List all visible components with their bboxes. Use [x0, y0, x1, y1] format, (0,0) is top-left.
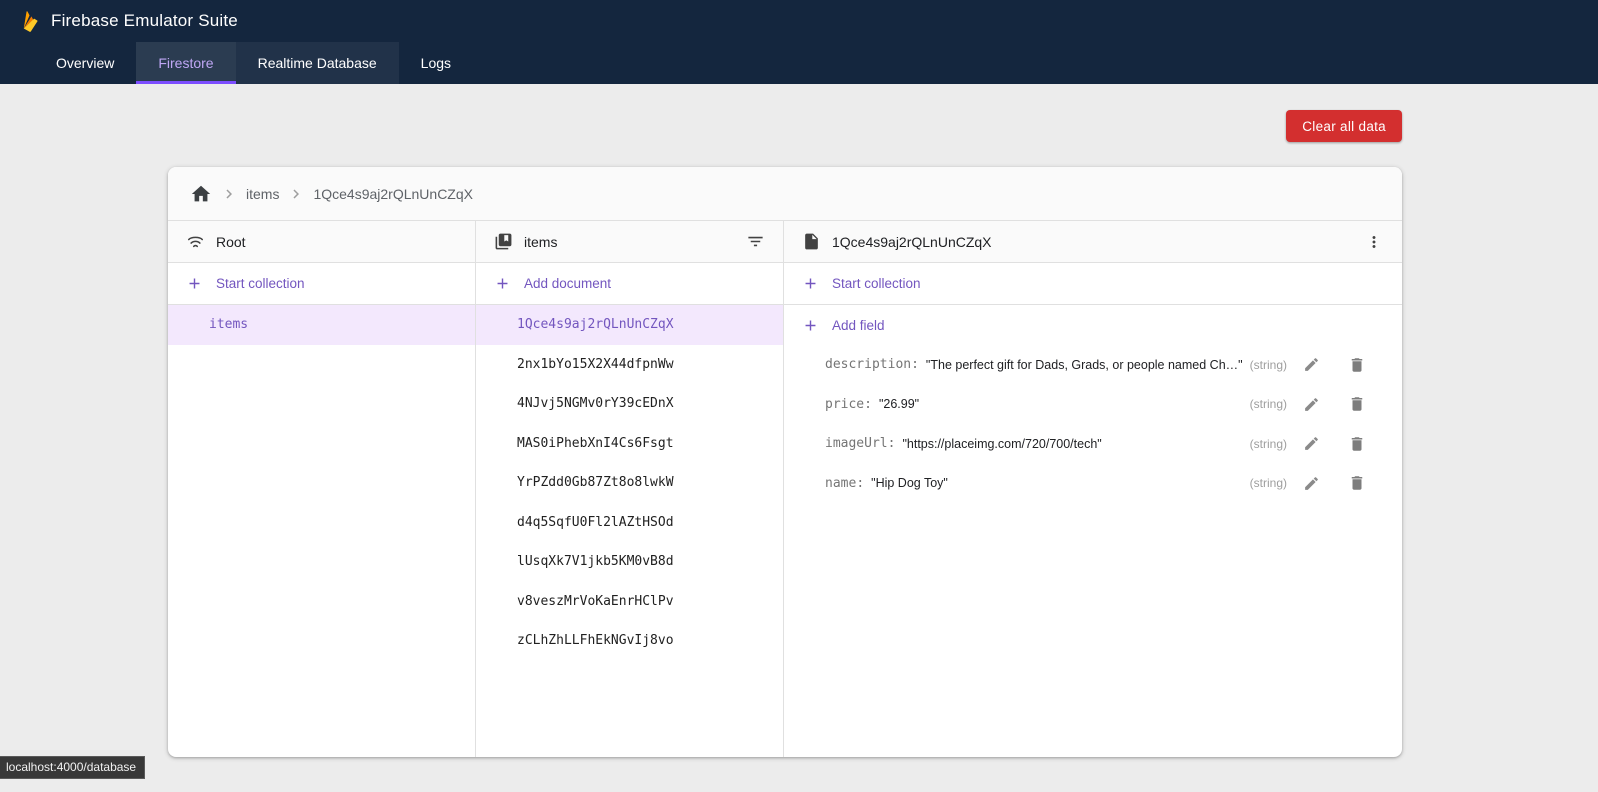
- edit-field-button[interactable]: [1299, 392, 1323, 416]
- field-value: "https://placeimg.com/720/700/tech": [902, 437, 1101, 451]
- field-row: description "The perfect gift for Dads, …: [784, 345, 1402, 385]
- tab-overview[interactable]: Overview: [34, 42, 136, 84]
- add-field-label: Add field: [832, 318, 885, 333]
- main-nav-tabs: Overview Firestore Realtime Database Log…: [0, 42, 1598, 84]
- trash-icon: [1348, 435, 1366, 453]
- add-document-label: Add document: [524, 276, 611, 291]
- document-list-item[interactable]: d4q5SqfU0Fl2lAZtHSOd: [476, 503, 783, 543]
- main-content: Clear all data items 1Qce4s9aj2rQLnUnCZq…: [168, 84, 1402, 757]
- field-type: (string): [1250, 476, 1287, 490]
- collection-panel-title: items: [524, 234, 557, 250]
- tab-overview-label: Overview: [56, 55, 114, 71]
- delete-field-button[interactable]: [1345, 432, 1369, 456]
- document-list-item[interactable]: YrPZdd0Gb87Zt8o8lwkW: [476, 463, 783, 503]
- trash-icon: [1348, 395, 1366, 413]
- edit-field-button[interactable]: [1299, 432, 1323, 456]
- collection-panel-header: items: [476, 221, 783, 263]
- pencil-icon: [1303, 396, 1320, 413]
- clear-all-data-button[interactable]: Clear all data: [1286, 110, 1402, 142]
- add-field-button[interactable]: Add field: [784, 305, 1402, 345]
- firestore-panel-card: items 1Qce4s9aj2rQLnUnCZqX Root: [168, 167, 1402, 757]
- more-vert-icon: [1365, 233, 1383, 251]
- tab-realtime-database[interactable]: Realtime Database: [236, 42, 399, 84]
- field-row: imageUrl "https://placeimg.com/720/700/t…: [784, 424, 1402, 464]
- field-row: name "Hip Dog Toy" (string): [784, 464, 1402, 504]
- document-list-item[interactable]: 4NJvj5NGMv0rY39cEDnX: [476, 384, 783, 424]
- edit-field-button[interactable]: [1299, 471, 1323, 495]
- doc-start-collection-button[interactable]: Start collection: [784, 263, 1402, 305]
- add-document-button[interactable]: Add document: [476, 263, 783, 305]
- pencil-icon: [1303, 356, 1320, 373]
- field-value: "Hip Dog Toy": [871, 476, 948, 490]
- field-key: price: [825, 397, 872, 412]
- pencil-icon: [1303, 435, 1320, 452]
- collection-panel: items Add document 1Qce4s9aj2rQLnUnCZqX: [476, 221, 784, 757]
- root-panel-title: Root: [216, 234, 246, 250]
- field-type: (string): [1250, 397, 1287, 411]
- pencil-icon: [1303, 475, 1320, 492]
- plus-icon: [186, 275, 203, 292]
- breadcrumb-document[interactable]: 1Qce4s9aj2rQLnUnCZqX: [313, 186, 473, 202]
- app-header: Firebase Emulator Suite: [0, 0, 1598, 42]
- document-panel-header: 1Qce4s9aj2rQLnUnCZqX: [784, 221, 1402, 263]
- filter-documents-button[interactable]: [743, 230, 767, 254]
- start-collection-label: Start collection: [216, 276, 305, 291]
- firebase-logo-icon: [21, 9, 40, 33]
- collection-list-item[interactable]: items: [168, 305, 475, 345]
- root-panel-header: Root: [168, 221, 475, 263]
- trash-icon: [1348, 356, 1366, 374]
- tab-logs-label: Logs: [421, 55, 451, 71]
- delete-field-button[interactable]: [1345, 392, 1369, 416]
- document-list-item[interactable]: 2nx1bYo15X2X44dfpnWw: [476, 345, 783, 385]
- tab-firestore-label: Firestore: [158, 55, 213, 71]
- delete-field-button[interactable]: [1345, 471, 1369, 495]
- edit-field-button[interactable]: [1299, 353, 1323, 377]
- document-panel: 1Qce4s9aj2rQLnUnCZqX Start collection: [784, 221, 1402, 757]
- field-key: name: [825, 476, 864, 491]
- breadcrumb-home-button[interactable]: [190, 183, 212, 205]
- plus-icon: [494, 275, 511, 292]
- field-type: (string): [1250, 437, 1287, 451]
- field-key: description: [825, 357, 919, 372]
- home-icon: [190, 183, 212, 205]
- breadcrumb-collection[interactable]: items: [246, 186, 279, 202]
- start-collection-button[interactable]: Start collection: [168, 263, 475, 305]
- document-list-item[interactable]: zCLhZhLLFhEkNGvIj8vo: [476, 621, 783, 661]
- collections-bookmark-icon: [494, 232, 513, 251]
- document-list-item[interactable]: v8veszMrVoKaEnrHClPv: [476, 582, 783, 622]
- firestore-columns: Root Start collection items items: [168, 221, 1402, 757]
- trash-icon: [1348, 474, 1366, 492]
- document-panel-title: 1Qce4s9aj2rQLnUnCZqX: [832, 234, 992, 250]
- document-list-item[interactable]: lUsqXk7V1jkb5KM0vB8d: [476, 542, 783, 582]
- doc-start-collection-label: Start collection: [832, 276, 921, 291]
- field-row: price "26.99" (string): [784, 385, 1402, 425]
- plus-icon: [802, 275, 819, 292]
- status-bar-link-preview: localhost:4000/database: [0, 756, 145, 779]
- tab-firestore[interactable]: Firestore: [136, 42, 235, 84]
- filter-list-icon: [746, 232, 765, 251]
- document-menu-button[interactable]: [1362, 230, 1386, 254]
- chevron-right-icon: [287, 185, 305, 203]
- root-panel: Root Start collection items: [168, 221, 476, 757]
- plus-icon: [802, 317, 819, 334]
- field-value: "The perfect gift for Dads, Grads, or pe…: [926, 358, 1243, 372]
- app-title: Firebase Emulator Suite: [51, 11, 238, 31]
- toolbar: Clear all data: [168, 110, 1402, 142]
- field-key: imageUrl: [825, 436, 895, 451]
- tab-realtime-database-label: Realtime Database: [258, 55, 377, 71]
- chevron-right-icon: [220, 185, 238, 203]
- field-type: (string): [1250, 358, 1287, 372]
- breadcrumb: items 1Qce4s9aj2rQLnUnCZqX: [168, 167, 1402, 221]
- tab-logs[interactable]: Logs: [399, 42, 473, 84]
- delete-field-button[interactable]: [1345, 353, 1369, 377]
- document-list-item[interactable]: MAS0iPhebXnI4Cs6Fsgt: [476, 424, 783, 464]
- document-file-icon: [802, 232, 821, 251]
- stream-icon: [186, 232, 205, 251]
- field-value: "26.99": [879, 397, 919, 411]
- document-list-item[interactable]: 1Qce4s9aj2rQLnUnCZqX: [476, 305, 783, 345]
